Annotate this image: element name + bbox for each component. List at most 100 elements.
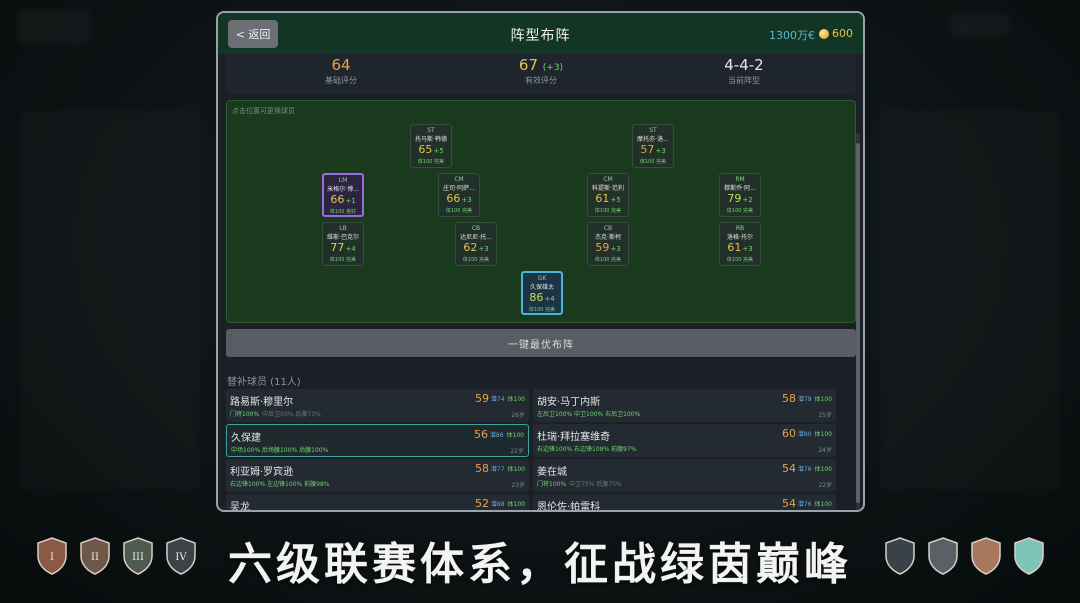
card-bonus: +4 [345,245,356,253]
sub-player-row[interactable]: 恩伦佐·帕雷科 54 潜76 体100 [533,494,836,510]
card-rating: 62+3 [463,241,489,254]
sub-name: 吴龙 [230,502,250,512]
card-player-name: 科提斯·范利 [592,185,624,192]
sub-skills-extra: 中卫75% 后腰75% [569,481,622,488]
sub-player-row[interactable]: 胡安·马丁内斯 58 潜79 体100 左后卫100% 中卫100% 右后卫100% 25… [533,389,836,422]
card-position: ST [649,127,657,134]
league-badge-icon: IV [165,536,197,576]
sub-potential: 潜86 体100 [489,432,524,439]
card-rating: 66+3 [446,192,472,205]
sub-player-row[interactable]: 姜在城 54 潜76 体100 门将100% 中卫75% 后腰75% 22岁 [533,459,836,492]
player-card-gk[interactable]: GK 久保雄太 86+4 体100 完美 [521,271,563,315]
dialog-header: < 返回 阵型布阵 1300万€ 600 [218,13,863,54]
card-fitness: 体100 完美 [462,257,490,263]
sub-name: 姜在城 [537,467,567,478]
player-card-cm[interactable]: CM 庄司·阿萨... 66+3 体100 完美 [438,173,480,217]
sub-skills: 门将100% 中后卫50% 后腰73% [230,411,321,418]
stat-value: 64 [331,56,351,74]
dialog-title: 阵型布阵 [510,28,571,44]
sub-name: 杜瑞·拜拉塞维奇 [537,432,611,443]
sub-rating: 54 [782,497,796,510]
player-card-st[interactable]: ST 摩托亦·洛... 57+3 体100 完美 [632,124,674,168]
card-position: CB [603,225,613,232]
card-rating: 59+3 [595,241,621,254]
sub-player-row[interactable]: 利亚姆·罗宾逊 58 潜77 体100 右边锋100% 左边锋100% 前腰98% 23岁 [226,459,529,492]
card-bonus: +2 [742,196,753,204]
league-badge-icon [884,536,916,576]
sub-skills: 中场100% 后场腰100% 后腰100% [231,447,329,454]
card-fitness: 体100 完美 [594,208,622,214]
card-bonus: +5 [610,196,621,204]
card-player-name: 摩托亦·洛... [637,136,669,143]
card-position: RM [735,176,745,183]
sub-name: 久保建 [231,433,261,444]
scroll-thumb[interactable] [856,143,860,503]
sub-skills: 门将100% 中卫75% 后腰75% [537,481,622,488]
card-fitness: 体100 完美 [726,257,754,263]
card-bonus: +5 [433,147,444,155]
player-card-rm[interactable]: RM 穆斯乔·阿... 79+2 体100 完美 [719,173,761,217]
player-card-lm[interactable]: LM 米格尔·博... 66+1 体100 良好 [322,173,364,217]
sub-age: 24岁 [818,447,832,454]
sub-age: 26岁 [511,412,525,419]
sub-stamina: 体100 [507,501,525,508]
card-rating: 79+2 [727,192,753,205]
card-rating: 86+4 [529,291,555,304]
stat-formation: 4-4-2 当前阵型 [684,56,804,86]
best-lineup-button[interactable]: 一键最优布阵 [226,329,856,357]
card-position: GK [537,275,547,282]
pitch-hint: 点击位置可更换球员 [232,107,295,115]
rating-summary: 64 基础评分 67 (+3) 有效评分 4-4-2 当前阵型 [226,54,856,94]
card-bonus: +3 [478,245,489,253]
sub-player-row[interactable]: 杜瑞·拜拉塞维奇 60 潜80 体100 右边锋100% 右边锋108% 前腰97% 24… [533,424,836,457]
sub-stamina: 体100 [814,396,832,403]
player-card-rb[interactable]: RB 洛格·托尔 61+3 体100 完美 [719,222,761,266]
card-rating: 77+4 [330,241,356,254]
card-bonus: +4 [544,295,555,303]
card-player-name: 穆斯乔·阿... [724,185,756,192]
card-position: CM [454,176,464,183]
sub-stamina: 体100 [814,501,832,508]
card-fitness: 体100 完美 [445,208,473,214]
svg-text:I: I [50,552,54,563]
sub-player-row[interactable]: 路易斯·穆里尔 59 潜74 体100 门将100% 中后卫50% 后腰73% 26岁 [226,389,529,422]
svg-text:II: II [91,552,99,563]
card-bonus: +3 [742,245,753,253]
card-fitness: 体100 完美 [726,208,754,214]
card-rating: 65+5 [418,143,444,156]
player-card-st[interactable]: ST 托马斯·韩德 65+5 体100 完美 [410,124,452,168]
sub-rating: 59 [475,392,489,405]
card-fitness: 体100 完美 [417,159,445,165]
stat-label: 基础评分 [325,76,357,85]
player-card-cb[interactable]: CB 杰克·斯柯 59+3 体100 完美 [587,222,629,266]
stat-base: 64 基础评分 [281,56,401,86]
sub-stamina: 体100 [506,432,524,439]
sub-rating: 54 [782,462,796,475]
sub-potential: 潜88 体100 [490,501,525,508]
player-card-cb[interactable]: CB 达尼尼·托... 62+3 体100 完美 [455,222,497,266]
formation-dialog: < 返回 阵型布阵 1300万€ 600 64 基础评分 67 (+3) 有效评… [216,11,865,512]
sub-rating: 60 [782,427,796,440]
tagline: 六级联赛体系，征战绿茵巅峰 [228,539,852,590]
svg-text:IV: IV [175,552,187,563]
card-player-name: 庄司·阿萨... [443,185,475,192]
card-rating: 66+1 [330,193,356,206]
sub-potential: 潜80 体100 [797,431,832,438]
sub-age: 22岁 [510,448,524,455]
sub-stamina: 体100 [814,431,832,438]
stat-effective: 67 (+3) 有效评分 [481,56,601,86]
sub-stamina: 体100 [507,466,525,473]
sub-skills: 左后卫100% 中卫100% 右后卫100% [537,411,641,418]
scrollbar[interactable] [856,133,860,510]
subs-title: 替补球员 (11人) [227,377,301,388]
sub-player-row[interactable]: 吴龙 52 潜88 体100 [226,494,529,512]
stat-label: 有效评分 [525,76,557,85]
sub-age: 22岁 [818,482,832,489]
sub-player-row[interactable]: 久保建 56 潜86 体100 中场100% 后场腰100% 后腰100% 22岁 [226,424,529,457]
sub-potential: 潜76 体100 [797,466,832,473]
sub-stamina: 体100 [814,466,832,473]
player-card-cm[interactable]: CM 科提斯·范利 61+5 体100 完美 [587,173,629,217]
league-badge-icon: II [79,536,111,576]
player-card-lb[interactable]: LB 维斯·巴克尔 77+4 体100 完美 [322,222,364,266]
coin-count: 600 [832,27,853,40]
